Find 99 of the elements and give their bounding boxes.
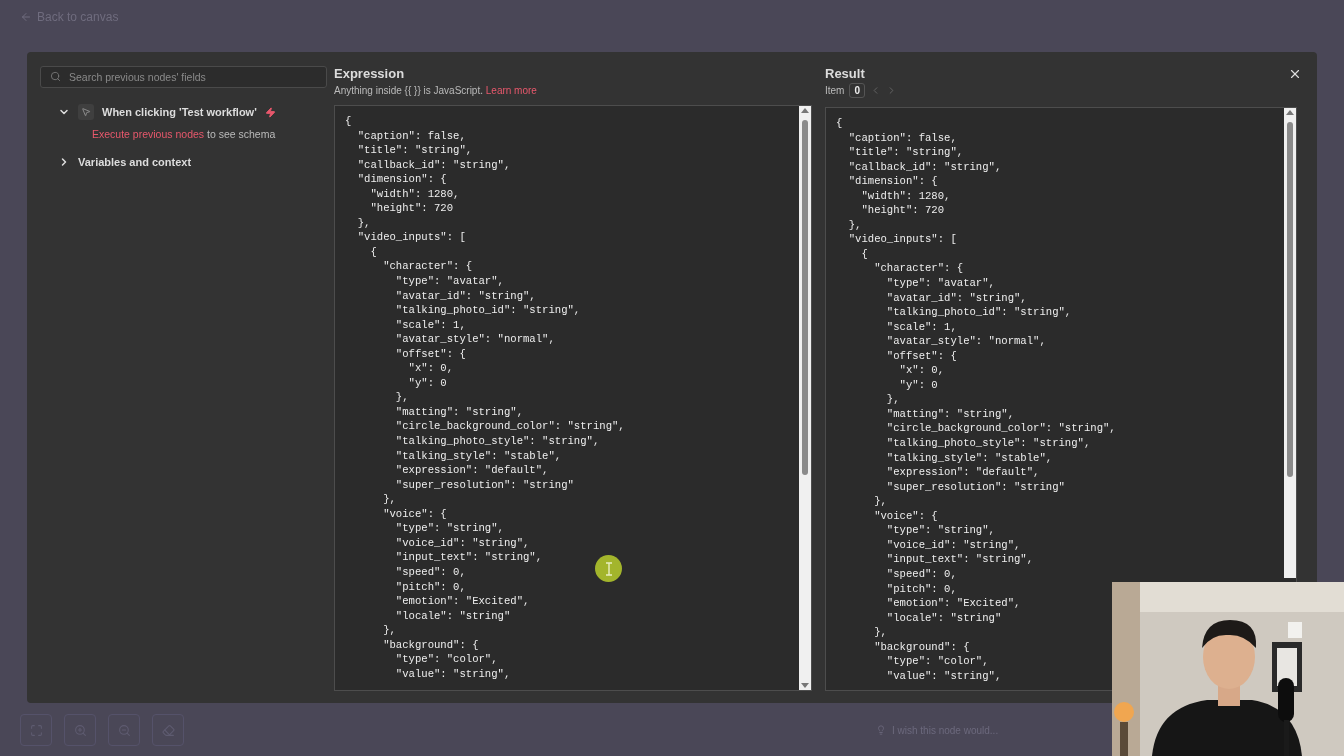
search-icon bbox=[50, 71, 61, 82]
code-line: "x": 0, bbox=[898, 363, 945, 378]
group-label: Variables and context bbox=[78, 156, 192, 168]
code-line: }, bbox=[873, 625, 887, 640]
code-line: "video_inputs": [ bbox=[356, 230, 466, 245]
code-line: "input_text": "string", bbox=[885, 552, 1034, 567]
code-line: "type": "avatar", bbox=[394, 274, 504, 289]
code-line: "value": "string", bbox=[394, 666, 511, 682]
code-editor[interactable] bbox=[334, 105, 812, 691]
code-line: "callback_id": "string", bbox=[847, 159, 1002, 175]
code-line: "voice_id": "string", bbox=[885, 537, 1021, 553]
expression-note: Anything inside {{ }} is JavaScript. Learn more bbox=[334, 85, 538, 96]
learn-more-link[interactable]: Learn more bbox=[485, 85, 537, 96]
code-line: "video_inputs": [ bbox=[847, 232, 957, 247]
code-line: { bbox=[345, 114, 352, 129]
code-line: "talking_photo_style": "string", bbox=[885, 436, 1091, 451]
code-line: "emotion": "Excited", bbox=[885, 596, 1021, 611]
arrow-left-icon bbox=[20, 11, 32, 23]
node-label: When clicking 'Test workflow' bbox=[102, 106, 257, 118]
code-line: "pitch": 0, bbox=[394, 579, 466, 595]
code-line: "talking_style": "stable", bbox=[885, 450, 1053, 466]
code-line: }, bbox=[382, 492, 396, 507]
code-line: "width": 1280, bbox=[369, 186, 460, 202]
code-line: "matting": "string", bbox=[394, 404, 523, 420]
code-line: "locale": "string" bbox=[394, 608, 511, 624]
code-line: "circle_background_color": "string", bbox=[885, 421, 1116, 437]
code-line: "speed": 0, bbox=[885, 566, 957, 582]
code-line: "type": "string", bbox=[394, 521, 504, 536]
code-line: "value": "string", bbox=[885, 668, 1002, 684]
code-line: "talking_photo_id": "string", bbox=[885, 305, 1072, 320]
code-line: "pitch": 0, bbox=[885, 581, 957, 597]
code-line: "scale": 1, bbox=[394, 317, 466, 333]
code-line: "expression": "default", bbox=[885, 465, 1040, 480]
panel-title: Result bbox=[825, 66, 865, 81]
code-line: "character": { bbox=[382, 259, 473, 274]
code-line: "circle_background_color": "string", bbox=[394, 419, 625, 435]
code-line: }, bbox=[873, 494, 887, 509]
code-line: "voice_id": "string", bbox=[394, 535, 530, 551]
code-line: { bbox=[369, 244, 377, 260]
code-line: { bbox=[836, 116, 843, 131]
code-line: }, bbox=[394, 390, 409, 405]
code-line: "type": "avatar", bbox=[885, 276, 995, 291]
lightning-icon bbox=[264, 106, 276, 118]
code-line: "background": { bbox=[382, 637, 479, 653]
code-line: "caption": false, bbox=[356, 128, 466, 144]
code-line: "y": 0 bbox=[898, 377, 938, 393]
schema-hint: Execute previous nodes to see schema bbox=[91, 128, 277, 140]
code-line: "matting": "string", bbox=[885, 406, 1014, 422]
code-line: "background": { bbox=[873, 639, 970, 655]
code-line: "dimension": { bbox=[356, 172, 447, 187]
code-line: }, bbox=[382, 623, 396, 638]
code-line: "x": 0, bbox=[407, 361, 454, 376]
scrollbar[interactable] bbox=[799, 106, 811, 690]
code-line: }, bbox=[885, 392, 900, 407]
code-line: "offset": { bbox=[885, 348, 957, 364]
code-line: "height": 720 bbox=[369, 201, 454, 216]
code-line: "locale": "string" bbox=[885, 610, 1002, 626]
code-line: "voice": { bbox=[873, 508, 938, 524]
code-line: "title": "string", bbox=[847, 145, 964, 160]
close-button[interactable] bbox=[1288, 67, 1302, 81]
code-line: "super_resolution": "string" bbox=[885, 479, 1065, 495]
code-line: "type": "color", bbox=[394, 652, 498, 667]
code-editor[interactable] bbox=[825, 107, 1297, 691]
code-line: "width": 1280, bbox=[860, 188, 951, 204]
item-label: Item bbox=[825, 85, 845, 96]
code-line: "character": { bbox=[873, 261, 964, 276]
code-line: "dimension": { bbox=[847, 174, 938, 189]
code-line: "type": "string", bbox=[885, 523, 995, 538]
code-line: "y": 0 bbox=[407, 375, 447, 391]
code-line: "offset": { bbox=[394, 346, 466, 362]
code-line: { bbox=[860, 246, 868, 262]
lightbulb-icon bbox=[876, 725, 886, 735]
item-index-field[interactable]: 0 bbox=[849, 83, 865, 98]
code-line: "caption": false, bbox=[847, 130, 957, 146]
panel-title: Expression bbox=[334, 66, 405, 81]
code-line: "voice": { bbox=[382, 506, 447, 522]
code-line: "title": "string", bbox=[356, 143, 473, 158]
code-line: "expression": "default", bbox=[394, 463, 549, 478]
code-line: "talking_photo_style": "string", bbox=[394, 434, 600, 449]
scrollbar[interactable] bbox=[1284, 108, 1296, 578]
pointer-icon bbox=[78, 104, 94, 120]
code-line: }, bbox=[847, 217, 862, 233]
code-line: }, bbox=[356, 215, 371, 231]
code-line: "avatar_id": "string", bbox=[885, 290, 1027, 306]
code-line: "avatar_style": "normal", bbox=[885, 334, 1046, 349]
code-line: "super_resolution": "string" bbox=[394, 477, 574, 493]
search-field[interactable]: Search previous nodes' fields bbox=[40, 66, 327, 88]
code-line: "speed": 0, bbox=[394, 564, 466, 580]
code-line: "height": 720 bbox=[860, 203, 945, 218]
code-line: "avatar_id": "string", bbox=[394, 288, 536, 304]
code-line: "type": "color", bbox=[885, 654, 989, 669]
execute-link[interactable]: Execute previous nodes bbox=[92, 128, 205, 140]
code-line: "emotion": "Excited", bbox=[394, 594, 530, 609]
code-line: "talking_photo_id": "string", bbox=[394, 303, 581, 318]
code-line: "callback_id": "string", bbox=[356, 157, 511, 173]
code-line: "input_text": "string", bbox=[394, 550, 543, 565]
code-line: "scale": 1, bbox=[885, 319, 957, 335]
code-line: "avatar_style": "normal", bbox=[394, 332, 555, 347]
code-line: "talking_style": "stable", bbox=[394, 448, 562, 464]
